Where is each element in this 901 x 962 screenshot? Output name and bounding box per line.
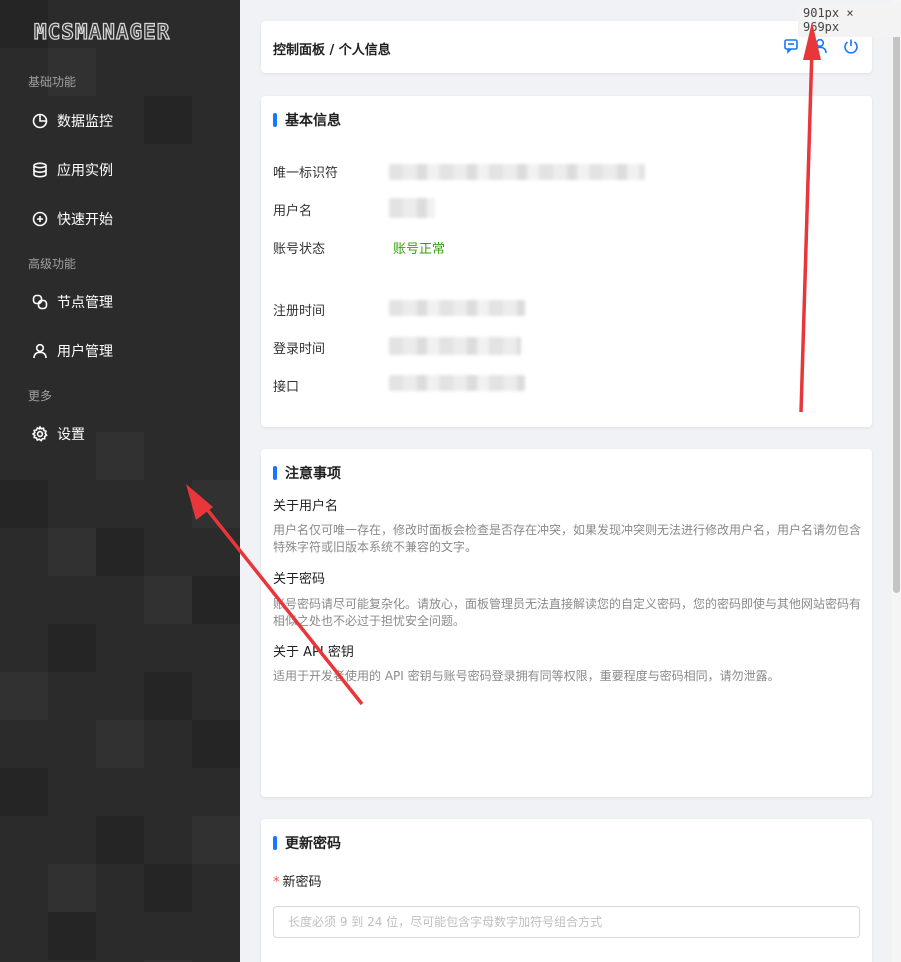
nodes-icon (32, 294, 48, 310)
main-content: 控制面板 / 个人信息 基本信息 唯一标识符 用户名 账号状态 账号正常 注册时… (240, 0, 901, 962)
group-title-more: 更多 (28, 389, 53, 403)
database-icon (32, 162, 48, 178)
new-password-label-text: 新密码 (282, 875, 322, 890)
status-label: 账号状态 (273, 242, 326, 257)
breadcrumb: 控制面板 / 个人信息 (273, 43, 391, 58)
group-title-basic: 基础功能 (28, 75, 77, 89)
status-value: 账号正常 (393, 242, 446, 257)
header-bar: 控制面板 / 个人信息 (261, 21, 872, 73)
sidebar-item-label: 应用实例 (57, 163, 113, 179)
power-icon[interactable] (843, 38, 859, 54)
register-time-label: 注册时间 (273, 304, 326, 319)
required-mark: * (273, 875, 280, 890)
card-title: 基本信息 (273, 110, 341, 130)
group-title-advanced: 高级功能 (28, 257, 77, 271)
notice-text-username: 用户名仅可唯一存在，修改时面板会检查是否存在冲突，如果发现冲突则无法进行修改用户… (273, 523, 862, 554)
scrollbar-thumb[interactable] (893, 28, 900, 593)
notice-heading-api: 关于 API 密钥 (273, 645, 354, 660)
sidebar: MCSMANAGER 基础功能 数据监控 应用实例 快速开始 高级功能 节点管理… (0, 0, 240, 962)
card-title: 注意事项 (273, 463, 341, 483)
update-password-card: 更新密码 * 新密码 (261, 819, 872, 962)
dimension-badge: 901px × 969px (798, 3, 901, 37)
sidebar-item-label: 用户管理 (57, 344, 113, 360)
user-icon[interactable] (812, 38, 828, 54)
basic-info-card: 基本信息 唯一标识符 用户名 账号状态 账号正常 注册时间 登录时间 接口 (261, 96, 872, 427)
sidebar-item-quickstart[interactable]: 快速开始 (0, 199, 240, 239)
sidebar-item-label: 快速开始 (57, 212, 113, 228)
notice-text-api: 适用于开发者使用的 API 密钥与账号密码登录拥有同等权限，重要程度与密码相同，… (273, 669, 780, 683)
api-key-redacted (389, 375, 525, 391)
notice-text-password: 账号密码请尽可能复杂化。请放心，面板管理员无法直接解读您的自定义密码，您的密码即… (273, 597, 862, 628)
sidebar-item-label: 设置 (57, 427, 85, 443)
sidebar-item-label: 数据监控 (57, 114, 113, 130)
login-time-redacted (389, 337, 521, 355)
message-icon[interactable] (783, 38, 799, 54)
login-time-label: 登录时间 (273, 342, 326, 357)
uuid-label: 唯一标识符 (273, 166, 339, 181)
sidebar-item-label: 节点管理 (57, 295, 113, 311)
sidebar-item-instances[interactable]: 应用实例 (0, 150, 240, 190)
notice-card: 注意事项 关于用户名 用户名仅可唯一存在，修改时面板会检查是否存在冲突，如果发现… (261, 449, 872, 797)
pie-chart-icon (32, 113, 48, 129)
new-password-input[interactable] (273, 906, 860, 938)
username-label: 用户名 (273, 204, 313, 219)
api-label: 接口 (273, 380, 300, 395)
card-title: 更新密码 (273, 833, 341, 853)
app-logo[interactable]: MCSMANAGER (33, 19, 170, 44)
sidebar-item-settings[interactable]: 设置 (0, 414, 240, 454)
uuid-value-redacted (389, 164, 645, 180)
gear-icon (32, 426, 48, 442)
sidebar-item-users[interactable]: 用户管理 (0, 331, 240, 371)
sidebar-item-data-monitor[interactable]: 数据监控 (0, 101, 240, 141)
sidebar-item-nodes[interactable]: 节点管理 (0, 282, 240, 322)
notice-heading-password: 关于密码 (273, 572, 326, 587)
username-value-redacted (389, 198, 435, 218)
new-password-label: * 新密码 (273, 871, 322, 890)
pixel-background (0, 0, 240, 962)
register-time-redacted (389, 300, 525, 316)
plus-circle-icon (32, 211, 48, 227)
user-icon (32, 343, 48, 359)
notice-heading-username: 关于用户名 (273, 499, 339, 514)
